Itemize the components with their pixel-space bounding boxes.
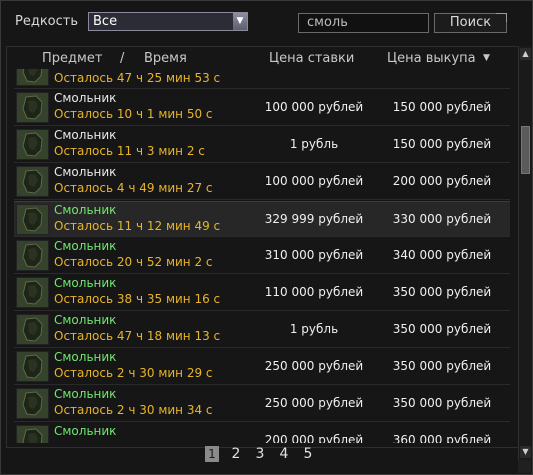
item-thumbnail	[16, 388, 49, 419]
bid-price: 1 рубль	[289, 137, 339, 151]
lot-row[interactable]: Смольник Осталось 4 ч 49 мин 27 с 100 000 …	[14, 164, 510, 200]
item-name: Смольник	[54, 387, 117, 401]
rarity-label: Редкость	[15, 14, 79, 29]
time-remaining: Осталось 47 ч 25 мин 53 с	[54, 71, 221, 85]
buyout-price: 330 000 рублей	[392, 212, 492, 226]
time-remaining: Осталось 11 ч 3 мин 2 с	[54, 144, 205, 158]
header-bid-price[interactable]: Цена ставки	[269, 51, 354, 66]
bid-price: 100 000 рублей	[264, 100, 364, 114]
search-button[interactable]: Поиск	[434, 13, 507, 33]
header-separator: /	[120, 51, 125, 66]
item-name: Смольник	[54, 165, 117, 179]
bid-price: 100 000 рублей	[264, 174, 364, 188]
header-item[interactable]: Предмет	[42, 51, 102, 66]
time-remaining: Осталось 38 ч 35 мин 16 с	[54, 292, 221, 306]
list-header: Предмет / Время Цена ставки Цена выкупа …	[14, 50, 510, 70]
item-thumbnail	[16, 166, 49, 197]
item-thumbnail	[16, 92, 49, 123]
page-link-2[interactable]: 2	[229, 446, 243, 462]
bid-price: 110 000 рублей	[264, 285, 364, 299]
buyout-price: 350 000 рублей	[392, 285, 492, 299]
item-thumbnail	[16, 351, 49, 382]
buyout-price: 350 000 рублей	[392, 396, 492, 410]
item-name: Смольник	[54, 424, 117, 438]
rarity-select[interactable]: Все ▼	[88, 12, 248, 31]
header-time[interactable]: Время	[144, 51, 187, 66]
corner-grip	[518, 460, 531, 473]
buyout-price: 350 000 рублей	[392, 322, 492, 336]
item-thumbnail	[16, 277, 49, 308]
time-remaining: Осталось 10 ч 1 мин 50 с	[54, 107, 213, 121]
page-link-5[interactable]: 5	[301, 446, 315, 462]
lot-row[interactable]: Смольник Осталось 47 ч 18 мин 13 с 1 рубль…	[14, 312, 510, 348]
lot-row[interactable]: Смольник Осталось 2 ч 30 мин 29 с 250 000 …	[14, 349, 510, 385]
item-name: Смольник	[54, 203, 117, 217]
scroll-down-icon[interactable]: ▼	[520, 446, 531, 458]
page-link-1[interactable]: 1	[205, 446, 219, 462]
time-remaining: Осталось 4 ч 49 мин 27 с	[54, 181, 213, 195]
rarity-select-value: Все	[93, 14, 118, 29]
buyout-price: 360 000 рублей	[392, 433, 492, 443]
bid-price: 250 000 рублей	[264, 359, 364, 373]
item-name: Смольник	[54, 128, 117, 142]
page-link-4[interactable]: 4	[277, 446, 291, 462]
scroll-up-icon[interactable]: ▲	[520, 48, 531, 60]
bid-price: 200 000 рублей	[264, 433, 364, 443]
item-name: Смольник	[54, 239, 117, 253]
time-remaining: Осталось 11 ч 12 мин 49 с	[54, 219, 221, 233]
lot-row[interactable]: Осталось 47 ч 25 мин 53 с	[14, 69, 510, 89]
lot-row[interactable]: Смольник 200 000 рублей 360 000 рублей	[14, 423, 510, 443]
lot-row[interactable]: Смольник Осталось 2 ч 30 мин 34 с 250 000 …	[14, 386, 510, 422]
bid-price: 250 000 рублей	[264, 396, 364, 410]
header-buyout-price[interactable]: Цена выкупа	[387, 51, 476, 66]
lot-row[interactable]: Смольник Осталось 10 ч 1 мин 50 с 100 000 …	[14, 90, 510, 126]
lot-row[interactable]: Смольник Осталось 38 ч 35 мин 16 с 110 000…	[14, 275, 510, 311]
buyout-price: 150 000 рублей	[392, 137, 492, 151]
item-thumbnail	[16, 240, 49, 271]
time-remaining: Осталось 2 ч 30 мин 29 с	[54, 366, 213, 380]
bid-price: 329 999 рублей	[264, 212, 364, 226]
buyout-price: 150 000 рублей	[392, 100, 492, 114]
lot-row[interactable]: Смольник Осталось 11 ч 12 мин 49 с 329 999…	[14, 201, 510, 237]
item-name: Смольник	[54, 276, 117, 290]
buyout-price: 340 000 рублей	[392, 248, 492, 262]
time-remaining: Осталось 2 ч 30 мин 34 с	[54, 403, 213, 417]
item-thumbnail	[16, 204, 49, 235]
item-name: Смольник	[54, 350, 117, 364]
lot-list: Осталось 47 ч 25 мин 53 с Смольник Осталос…	[14, 69, 510, 443]
item-thumbnail	[16, 314, 49, 345]
buyout-price: 200 000 рублей	[392, 174, 492, 188]
scrollbar[interactable]: ▲ ▼	[518, 46, 532, 460]
buyout-price: 350 000 рублей	[392, 359, 492, 373]
bid-price: 1 рубль	[289, 322, 339, 336]
lot-row[interactable]: Смольник Осталось 20 ч 52 мин 2 с 310 000 …	[14, 238, 510, 274]
chevron-down-icon[interactable]: ▼	[233, 13, 247, 30]
item-thumbnail	[16, 69, 49, 86]
item-thumbnail	[16, 129, 49, 160]
page-link-3[interactable]: 3	[253, 446, 267, 462]
bid-price: 310 000 рублей	[264, 248, 364, 262]
search-input[interactable]: смоль	[298, 13, 429, 33]
item-name: Смольник	[54, 313, 117, 327]
lot-row[interactable]: Смольник Осталось 11 ч 3 мин 2 с 1 рубль 15…	[14, 127, 510, 163]
sort-desc-icon[interactable]: ▼	[483, 53, 490, 63]
item-name: Смольник	[54, 91, 117, 105]
time-remaining: Осталось 20 ч 52 мин 2 с	[54, 255, 213, 269]
item-thumbnail	[16, 425, 49, 443]
scroll-thumb[interactable]	[521, 126, 530, 174]
time-remaining: Осталось 47 ч 18 мин 13 с	[54, 329, 221, 343]
